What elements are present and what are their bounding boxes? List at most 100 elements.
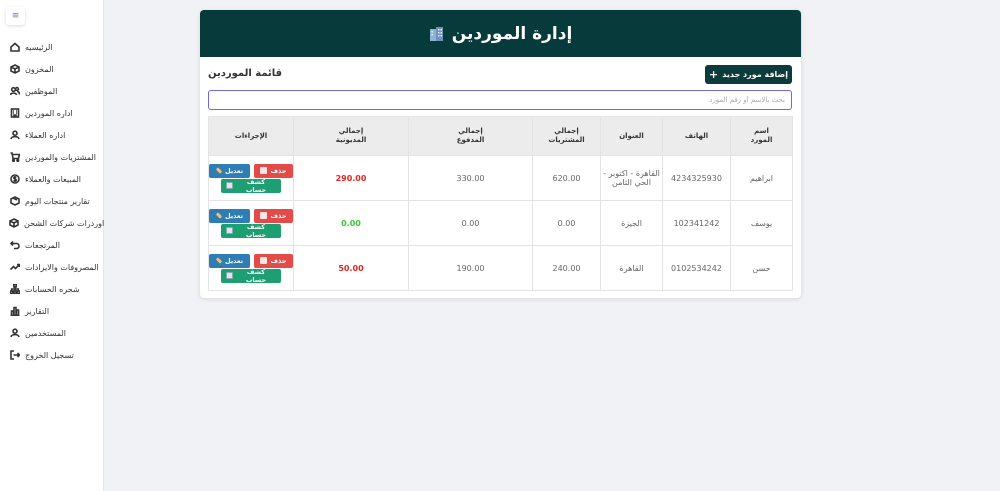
sidebar-item-8[interactable]: اوردرات شركات الشحن [0, 212, 104, 234]
account-statement-button[interactable]: كشف حساب [221, 267, 281, 284]
supplier-name-cell-text: ابراهيم [749, 173, 774, 183]
sidebar-item-1[interactable]: المخزون [0, 58, 104, 80]
trash-icon [260, 212, 268, 219]
page-title: إدارة الموردين [451, 23, 573, 44]
column-header-text: المديونية [335, 136, 367, 144]
account-statement-button[interactable]: كشف حساب [221, 223, 281, 239]
delete-button[interactable]: حذف [253, 208, 293, 223]
hamburger-icon: ≡ [11, 10, 20, 21]
box-icon [9, 64, 20, 75]
column-header-text: العنوان [619, 131, 644, 140]
phone-cell-text: 4234325930 [671, 173, 722, 183]
total-paid-cell: 190.00 [408, 245, 533, 291]
sidebar-item-12[interactable]: التقارير [0, 300, 104, 322]
sidebar-item-label: شجره الحسابات [25, 284, 80, 294]
column-header-text: إجمالي [458, 127, 483, 136]
trend-icon [9, 262, 20, 273]
sidebar-item-label: المبيعات والعملاء [25, 174, 82, 184]
phone-cell-text: 102341242 [673, 218, 720, 228]
column-header-text: إجمالي [338, 127, 364, 136]
edit-button[interactable]: تعديل [209, 163, 250, 178]
sidebar-item-5[interactable]: المشتريات والموردين [0, 146, 104, 168]
total-purchases-cell-text: 0.00 [557, 218, 576, 228]
sidebar-item-label: تسجيل الخروج [25, 350, 74, 360]
sidebar-item-label: تقارير منتجات اليوم [25, 196, 90, 206]
sidebar-item-13[interactable]: المستخدمين [0, 322, 104, 344]
column-header-actions: الإجراءات [208, 116, 294, 156]
sidebar-item-0[interactable]: الرئيسيه [0, 36, 104, 58]
edit-button[interactable]: تعديل [209, 253, 250, 268]
column-header-total-purchases: إجمالي المشتريات [532, 116, 601, 156]
edit-label: تعديل [224, 256, 244, 265]
bars-icon [9, 306, 20, 317]
chart-icon [226, 182, 233, 189]
delete-button[interactable]: حذف [253, 163, 293, 178]
edit-label: تعديل [224, 166, 244, 175]
column-header-total-paid: إجمالي المدفوع [408, 116, 533, 156]
total-debt-cell: 290.00 [293, 155, 409, 201]
sidebar-item-4[interactable]: اداره العملاء [0, 124, 104, 146]
column-header-text: المشتريات [548, 136, 585, 144]
delete-button[interactable]: حذف [253, 253, 293, 268]
building-icon [9, 108, 20, 119]
address-cell: الجيزة [600, 200, 663, 246]
cart-icon [9, 152, 20, 163]
total-debt-cell: 50.00 [293, 245, 409, 291]
total-debt-cell: 0.00 [293, 200, 409, 246]
sidebar-item-7[interactable]: تقارير منتجات اليوم [0, 190, 104, 212]
plus-icon: + [708, 68, 719, 81]
sidebar-item-2[interactable]: الموظفين [0, 80, 104, 102]
page-header: إدارة الموردين [200, 10, 801, 57]
supplier-name-cell-text: يوسف [750, 218, 773, 228]
sidebar-item-11[interactable]: شجره الحسابات [0, 278, 104, 300]
trash-icon [260, 167, 268, 174]
total-debt-cell-text: 50.00 [338, 263, 364, 273]
sidebar-item-label: التقارير [25, 306, 50, 316]
sidebar-item-10[interactable]: المصروفات والايرادات [0, 256, 104, 278]
return-icon [9, 240, 20, 251]
total-purchases-cell: 620.00 [532, 155, 601, 201]
sidebar-item-label: المستخدمين [25, 328, 66, 338]
column-header-text: المدفوع [456, 136, 485, 144]
edit-button[interactable]: تعديل [209, 208, 250, 223]
supplier-name-cell: يوسف [730, 200, 793, 246]
account-statement-button[interactable]: كشف حساب [221, 177, 281, 194]
sidebar-item-label: اداره العملاء [25, 130, 66, 140]
trash-icon [260, 257, 268, 264]
search-input[interactable] [208, 90, 792, 110]
total-purchases-cell: 240.00 [532, 245, 601, 291]
sidebar-item-label: المخزون [25, 64, 54, 74]
total-purchases-cell: 0.00 [532, 200, 601, 246]
sidebar-item-label: اوردرات شركات الشحن [24, 218, 105, 228]
delete-label: حذف [270, 256, 287, 265]
column-header-text: الإجراءات [234, 131, 268, 140]
tree-icon [9, 284, 20, 295]
pencil-icon [215, 257, 223, 264]
sidebar-item-14[interactable]: تسجيل الخروج [0, 344, 104, 366]
pencil-icon [215, 212, 223, 219]
statement-label: كشف حساب [245, 267, 267, 284]
add-supplier-button[interactable]: إضافة مورد جديد + [705, 65, 792, 84]
sidebar-item-label: الموظفين [25, 86, 58, 96]
logout-icon [9, 350, 20, 361]
package-icon [9, 196, 20, 207]
sidebar-item-9[interactable]: المرتجعات [0, 234, 104, 256]
address-cell-text: الجيزة [621, 218, 642, 228]
statement-label: كشف حساب [245, 177, 267, 194]
sidebar-item-label: المصروفات والايرادات [25, 262, 99, 272]
table-row: حذف تعديل كشف حساب 290.00 330.00 620.00 القاهر… [208, 155, 793, 201]
total-debt-cell-text: 0.00 [341, 218, 361, 228]
total-debt-cell-text: 290.00 [335, 173, 367, 183]
address-cell: القاهرة - اكتوبر - الحي الثامن [600, 155, 663, 201]
sidebar-item-6[interactable]: المبيعات والعملاء [0, 168, 104, 190]
menu-toggle-button[interactable]: ≡ [6, 7, 25, 25]
column-header-address: العنوان [600, 116, 663, 156]
sidebar-item-3[interactable]: اداره الموردين [0, 102, 104, 124]
phone-cell: 102341242 [662, 200, 731, 246]
home-icon [9, 42, 20, 53]
suppliers-table: الإجراءات إجمالي المديونية إجمالي المدفوع إجم… [208, 116, 793, 291]
pencil-icon [215, 167, 223, 174]
table-header: الإجراءات إجمالي المديونية إجمالي المدفوع إجم… [208, 116, 793, 156]
actions-cell: حذف تعديل كشف حساب [208, 155, 294, 201]
building-icon [429, 26, 444, 42]
